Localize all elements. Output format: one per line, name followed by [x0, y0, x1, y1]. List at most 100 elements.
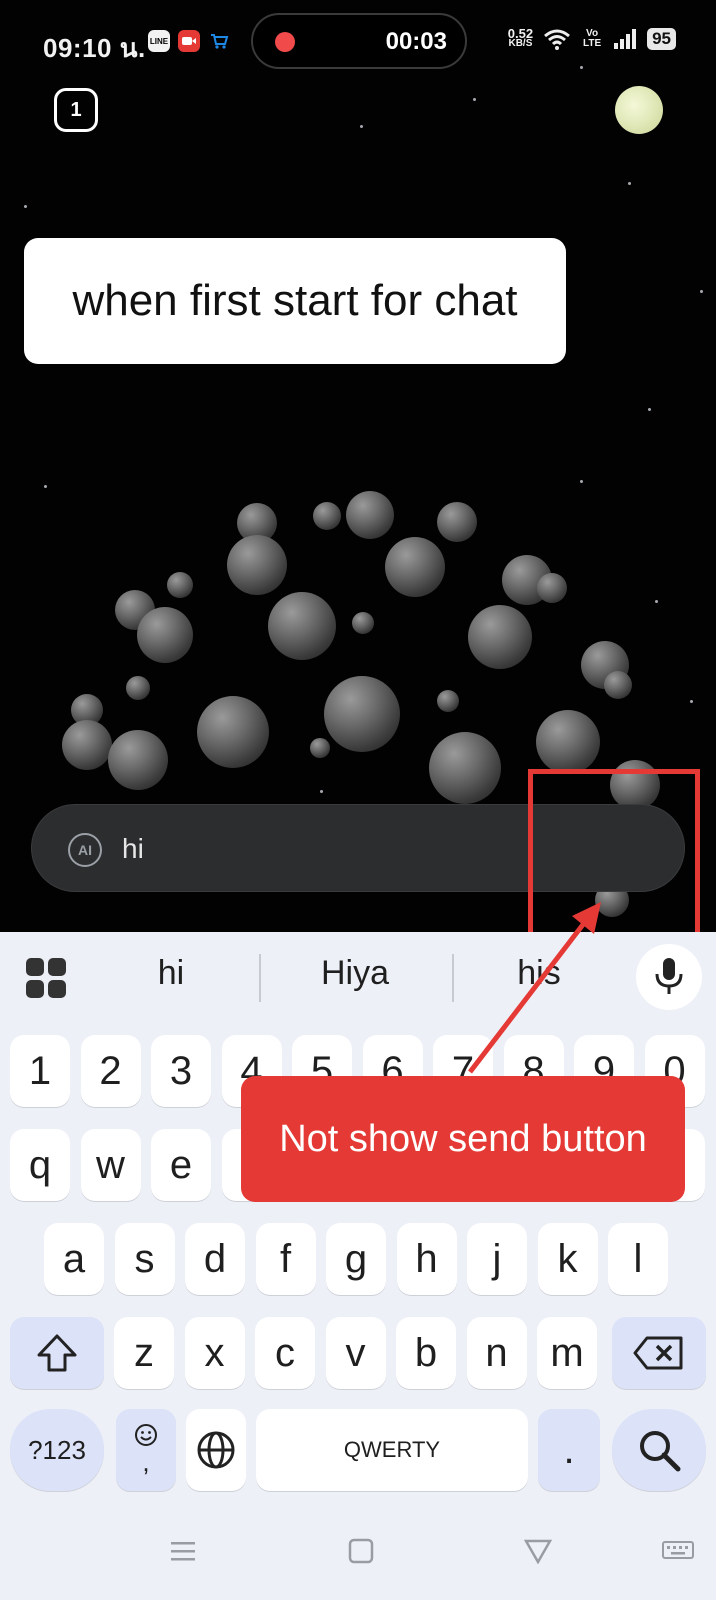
key-q[interactable]: q [10, 1129, 70, 1201]
profile-avatar[interactable] [615, 86, 663, 134]
period-key[interactable]: . [538, 1409, 600, 1491]
language-key[interactable] [186, 1409, 246, 1491]
key-d[interactable]: d [185, 1223, 245, 1295]
search-icon [640, 1431, 681, 1472]
star [24, 205, 27, 208]
star [690, 700, 693, 703]
back-icon[interactable] [524, 1538, 552, 1564]
key-2[interactable]: 2 [80, 1035, 141, 1107]
star [628, 182, 631, 185]
key-f[interactable]: f [255, 1223, 316, 1295]
shift-key[interactable] [10, 1317, 104, 1389]
suggestion-divider [452, 954, 454, 1002]
orb-bubble [126, 676, 150, 700]
notification-icons: LINE [148, 30, 230, 52]
suggestion-item[interactable]: Hiya [280, 954, 430, 993]
emoji-icon [135, 1423, 157, 1446]
key-k[interactable]: k [537, 1223, 598, 1295]
key-x[interactable]: x [184, 1317, 245, 1389]
search-key[interactable] [612, 1409, 706, 1491]
network-speed: 0.52 KB/S [507, 26, 534, 49]
conversation-count-button[interactable]: 1 [54, 88, 98, 132]
star [700, 290, 703, 293]
volte-indicator: Vo LTE [583, 28, 602, 49]
star [648, 408, 651, 411]
key-m[interactable]: m [537, 1317, 597, 1389]
video-app-icon [178, 30, 200, 52]
suggestion-item[interactable]: his [464, 954, 614, 993]
key-j[interactable]: j [467, 1223, 527, 1295]
annotation-callout: Not show send button [241, 1076, 685, 1202]
key-c[interactable]: c [255, 1317, 315, 1389]
space-key[interactable]: QWERTY [256, 1409, 528, 1491]
screen-record-pill[interactable]: 00:03 [251, 13, 467, 69]
key-h[interactable]: h [396, 1223, 457, 1295]
suggestion-divider [259, 954, 261, 1002]
orb-bubble [324, 676, 400, 752]
orb-bubble [537, 573, 567, 603]
record-timer: 00:03 [385, 28, 447, 55]
key-3[interactable]: 3 [151, 1035, 211, 1107]
recents-icon[interactable] [170, 1538, 196, 1564]
key-1[interactable]: 1 [10, 1035, 70, 1107]
key-z[interactable]: z [114, 1317, 174, 1389]
emoji-key[interactable]: , [116, 1409, 176, 1491]
key-b[interactable]: b [396, 1317, 456, 1389]
key-e[interactable]: e [151, 1129, 211, 1201]
orb-bubble [227, 535, 287, 595]
orb-bubble [385, 537, 445, 597]
ai-icon: AI [68, 833, 102, 867]
mic-icon [655, 958, 683, 994]
key-a[interactable]: a [44, 1223, 104, 1295]
voice-input-button[interactable] [636, 944, 702, 1010]
orb-bubble [346, 491, 394, 539]
wifi-icon [544, 29, 571, 50]
orb-bubble [468, 605, 532, 669]
status-time: 09:10 น. [43, 33, 146, 63]
home-icon[interactable] [348, 1538, 374, 1564]
star [360, 125, 363, 128]
highlight-box [528, 769, 700, 932]
shift-icon [37, 1334, 77, 1372]
orb-bubble [429, 732, 501, 804]
orb-bubble [310, 738, 330, 758]
key-s[interactable]: s [114, 1223, 175, 1295]
caption-label: when first start for chat [24, 238, 566, 364]
symbols-key[interactable]: ?123 [10, 1409, 104, 1491]
star [44, 485, 47, 488]
key-w[interactable]: w [80, 1129, 141, 1201]
keyboard-switch-icon[interactable] [662, 1538, 694, 1564]
signal-icon [614, 29, 637, 49]
orb-bubble [108, 730, 168, 790]
comma-label: , [142, 1446, 150, 1477]
apps-grid-icon[interactable] [26, 958, 66, 998]
suggestion-item[interactable]: hi [96, 954, 246, 993]
orb-bubble [313, 502, 341, 530]
orb-bubble [536, 710, 600, 774]
orb-bubble [437, 502, 477, 542]
backspace-icon [633, 1336, 683, 1370]
key-v[interactable]: v [325, 1317, 386, 1389]
key-n[interactable]: n [466, 1317, 527, 1389]
backspace-key[interactable] [612, 1317, 706, 1389]
line-app-icon: LINE [148, 30, 170, 52]
orb-bubble [268, 592, 336, 660]
record-dot-icon [275, 32, 295, 52]
globe-icon [197, 1431, 235, 1469]
chat-input-text[interactable]: hi [122, 833, 144, 865]
orb-bubble [137, 607, 193, 663]
orb-bubble [197, 696, 269, 768]
key-l[interactable]: l [608, 1223, 668, 1295]
orb-bubble [604, 671, 632, 699]
orb-bubble [167, 572, 193, 598]
orb-bubble [62, 720, 112, 770]
battery-indicator: 95 [647, 28, 676, 50]
shopping-app-icon [208, 30, 230, 52]
star [320, 790, 323, 793]
key-g[interactable]: g [326, 1223, 386, 1295]
status-bar: 09:10 น. LINE 00:03 0.52 KB/S Vo LTE 95 [0, 0, 716, 84]
system-nav-bar [0, 1520, 716, 1600]
status-indicators: 0.52 KB/S Vo LTE 95 [507, 26, 676, 50]
star [580, 480, 583, 483]
orb-bubble [352, 612, 374, 634]
